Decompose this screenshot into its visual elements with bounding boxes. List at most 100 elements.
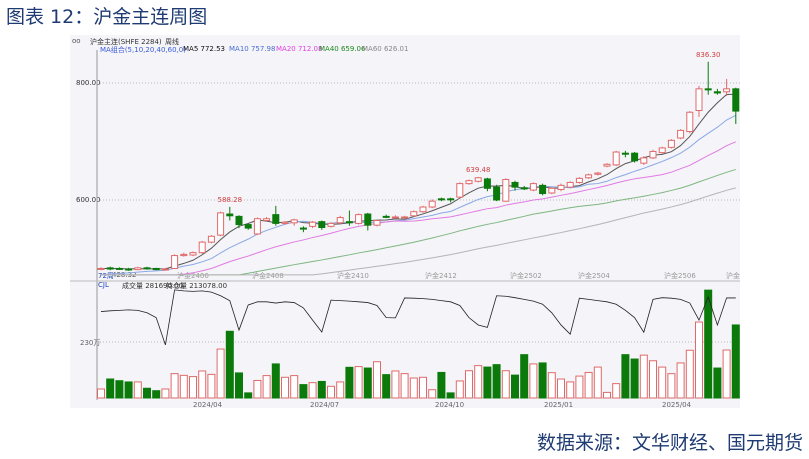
volume-bar	[179, 374, 188, 399]
volume-bar	[281, 376, 289, 399]
volume-bar	[400, 373, 409, 399]
candle-up	[428, 200, 436, 208]
volume-bar	[492, 364, 501, 399]
candle-up	[677, 129, 685, 139]
candle-up	[207, 235, 215, 243]
volume-bar	[667, 373, 676, 399]
candle-up	[391, 216, 399, 219]
candle-down	[621, 152, 629, 155]
volume-bar	[428, 389, 437, 399]
volume-bar	[639, 354, 648, 399]
candle-down	[345, 221, 353, 224]
volume-bar	[685, 349, 694, 399]
candle-down	[125, 268, 133, 271]
candle-down	[364, 213, 372, 226]
candle-up	[465, 180, 473, 185]
volume-bar	[97, 388, 105, 399]
volume-bar	[446, 392, 455, 399]
candle-down	[235, 215, 243, 226]
candle-up	[667, 139, 675, 148]
volume-bar	[327, 385, 335, 399]
volume-bar	[695, 321, 703, 399]
volume-bar	[225, 330, 234, 399]
volume-bar	[501, 370, 510, 399]
candle-down	[143, 267, 151, 270]
volume-bar	[511, 374, 519, 399]
volume-bar	[308, 382, 317, 399]
volume-bar	[612, 383, 621, 399]
volume-bar	[271, 363, 280, 399]
volume-bar	[474, 365, 483, 399]
volume-bar	[676, 362, 685, 399]
high-annotation: 588.28	[218, 196, 243, 204]
volume-bar	[253, 379, 262, 399]
volume-bar	[189, 376, 197, 399]
volume-bar	[538, 362, 547, 399]
candle-up	[548, 187, 556, 194]
volume-bar	[455, 380, 464, 399]
volume-bar	[566, 381, 575, 399]
volume-bar	[106, 378, 115, 399]
candle-up	[401, 216, 409, 219]
candle-up	[281, 221, 289, 224]
ma60-line	[101, 187, 736, 276]
volume-bar	[483, 366, 492, 399]
volume-bar	[557, 378, 565, 399]
volume-bar	[419, 376, 427, 399]
volume-bar	[409, 377, 418, 399]
candle-up	[309, 221, 317, 227]
candle-up	[171, 255, 179, 269]
candle-down	[713, 91, 721, 94]
candle-up	[612, 151, 620, 166]
candle-up	[658, 147, 666, 154]
volume-bar	[520, 354, 529, 399]
candle-up	[290, 219, 298, 224]
candle-up	[355, 214, 363, 224]
candle-up	[456, 183, 464, 198]
volume-bar	[529, 363, 538, 399]
volume-bar	[299, 384, 308, 399]
candle-down	[511, 181, 519, 188]
candle-up	[263, 218, 271, 221]
volume-bar	[262, 375, 271, 399]
candle-down	[244, 224, 252, 229]
candle-up	[649, 150, 657, 159]
candle-up	[529, 183, 537, 191]
candle-down	[299, 227, 307, 230]
volume-bar	[731, 324, 740, 399]
candle-up	[585, 174, 593, 179]
volume-bar	[363, 367, 372, 399]
candle-up	[253, 218, 261, 235]
volume-bar	[216, 348, 225, 399]
volume-bar	[575, 375, 584, 399]
candle-down	[437, 198, 445, 201]
candle-up	[336, 217, 344, 224]
candle-down	[382, 215, 390, 218]
candle-up	[180, 253, 188, 257]
candle-up	[161, 268, 169, 271]
high-annotation: 836.30	[696, 51, 721, 59]
volume-bar	[290, 375, 299, 399]
candle-up	[327, 222, 335, 227]
ma10-line	[100, 114, 737, 276]
volume-bar	[722, 349, 731, 399]
candle-up	[189, 252, 197, 256]
volume-bar	[584, 371, 593, 399]
volume-bar	[115, 380, 124, 399]
candle-down	[539, 184, 547, 195]
candle-up	[134, 267, 142, 271]
candle-up	[557, 184, 565, 190]
candle-up	[198, 241, 206, 254]
candle-up	[566, 181, 574, 188]
volume-bar	[547, 372, 556, 399]
candle-down	[704, 88, 712, 91]
volume-bar	[630, 358, 639, 399]
volume-bar	[198, 370, 207, 399]
candle-up	[97, 267, 105, 270]
volume-bar	[354, 366, 363, 399]
candle-down	[520, 187, 528, 190]
candle-up	[686, 111, 694, 133]
candle-down	[272, 214, 280, 224]
volume-bar	[124, 381, 133, 399]
open-interest-line	[100, 289, 736, 346]
